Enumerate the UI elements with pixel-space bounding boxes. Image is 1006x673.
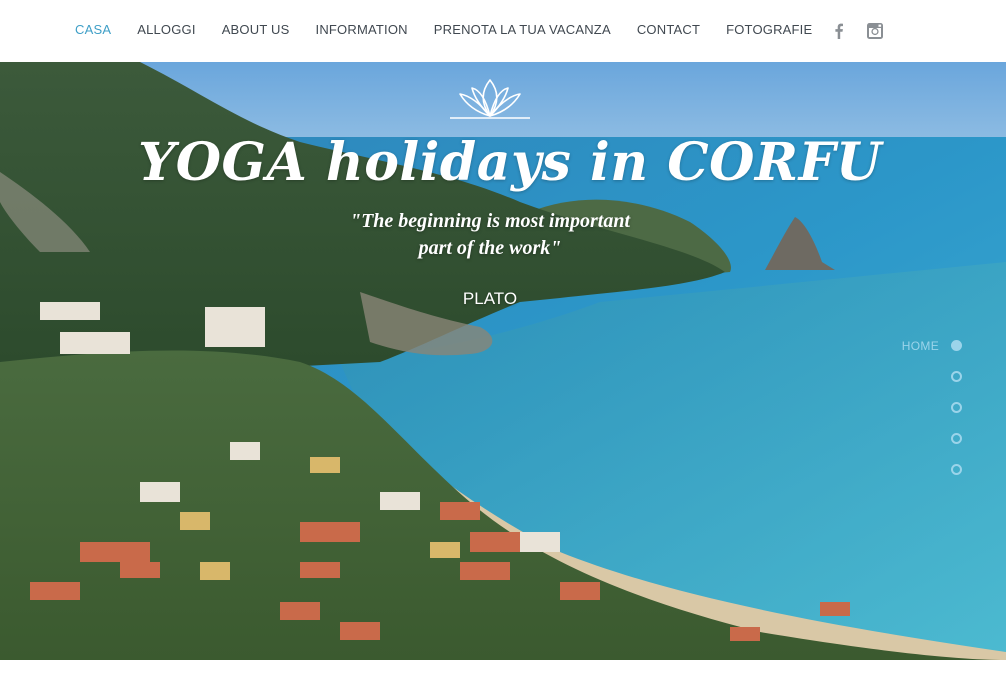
quote-author: PLATO (462, 289, 518, 308)
nav-item-information[interactable]: INFORMATION (316, 22, 408, 38)
anchor-dot[interactable] (951, 371, 962, 382)
hero-quote: "The beginning is most important part of… (349, 210, 631, 259)
nav-item-contact[interactable]: CONTACT (637, 22, 700, 38)
anchor-nav: HOME (842, 330, 962, 485)
nav-item-casa[interactable]: CASA (75, 22, 111, 38)
anchor-dot[interactable] (951, 340, 962, 351)
nav-item-about-us[interactable]: ABOUT US (222, 22, 290, 38)
nav-item-prenota[interactable]: PRENOTA LA TUA VACANZA (434, 22, 611, 38)
anchor-dot[interactable] (951, 433, 962, 444)
nav-item-fotografie[interactable]: FOTOGRAFIE (726, 22, 812, 38)
site-header: CASA ALLOGGI ABOUT US INFORMATION PRENOT… (0, 0, 1006, 62)
anchor-item-4[interactable] (842, 423, 962, 454)
anchor-dot[interactable] (951, 464, 962, 475)
nav-item-alloggi[interactable]: ALLOGGI (137, 22, 195, 38)
anchor-label: HOME (901, 338, 939, 353)
lotus-icon (446, 76, 534, 122)
hero-title: YOGA holidays in CORFU (138, 132, 882, 193)
social-links (830, 22, 884, 40)
hero-banner: YOGA holidays in CORFU "The beginning is… (0, 62, 1006, 660)
instagram-icon[interactable] (866, 22, 884, 40)
anchor-dot[interactable] (951, 402, 962, 413)
anchor-item-5[interactable] (842, 454, 962, 485)
anchor-item-home[interactable]: HOME (842, 330, 962, 361)
facebook-icon[interactable] (830, 22, 848, 40)
main-nav: CASA ALLOGGI ABOUT US INFORMATION PRENOT… (75, 22, 838, 38)
anchor-item-3[interactable] (842, 392, 962, 423)
anchor-item-2[interactable] (842, 361, 962, 392)
